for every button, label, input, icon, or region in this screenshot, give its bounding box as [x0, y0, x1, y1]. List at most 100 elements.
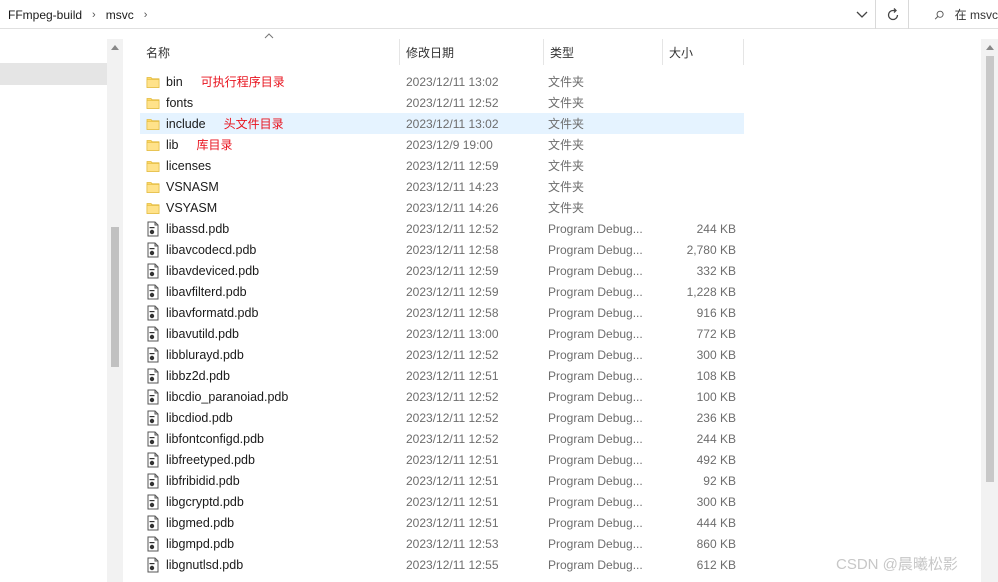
pdb-file-icon [145, 515, 161, 531]
pdb-file-icon [145, 389, 161, 405]
type-cell: 文件夹 [548, 138, 585, 152]
pdb-file-icon [145, 494, 161, 510]
date-cell: 2023/12/11 14:26 [406, 200, 499, 215]
file-row[interactable]: libfreetyped.pdb 2023/12/11 12:51 Program … [140, 449, 744, 470]
type-cell: Program Debug... [548, 431, 643, 446]
file-row[interactable]: libcdio_paranoiad.pdb 2023/12/11 12:52 Pro… [140, 386, 744, 407]
address-history-button[interactable] [852, 5, 872, 25]
folder-row[interactable]: include 头文件目录 2023/12/11 13:02 文件夹 [140, 113, 744, 134]
folder-row[interactable]: VSNASM 2023/12/11 14:23 文件夹 [140, 176, 744, 197]
refresh-button[interactable] [877, 0, 909, 29]
column-header-name[interactable]: 名称 [140, 33, 400, 65]
file-row[interactable]: libgmed.pdb 2023/12/11 12:51 Program Debug… [140, 512, 744, 533]
file-row[interactable]: libassd.pdb 2023/12/11 12:52 Program Debug… [140, 218, 744, 239]
file-name: VSNASM [166, 179, 219, 194]
type-cell: Program Debug... [548, 263, 643, 278]
date-cell: 2023/12/11 12:52 [406, 221, 499, 236]
file-row[interactable]: libcdiod.pdb 2023/12/11 12:52 Program Debu… [140, 407, 744, 428]
file-row[interactable]: libgnutlsd.pdb 2023/12/11 12:55 Program De… [140, 554, 744, 575]
file-row[interactable]: libgcryptd.pdb 2023/12/11 12:51 Program De… [140, 491, 744, 512]
breadcrumb-separator[interactable]: › [86, 9, 102, 21]
date-cell: 2023/12/11 13:00 [406, 326, 499, 341]
name-cell: libgnutlsd.pdb [140, 557, 400, 573]
file-row[interactable]: libfribidid.pdb 2023/12/11 12:51 Program D… [140, 470, 744, 491]
name-cell: libcdiod.pdb [140, 410, 400, 426]
type-cell: 文件夹 [548, 117, 585, 131]
size-cell: 492 KB [696, 452, 736, 467]
type-cell: Program Debug... [548, 242, 643, 257]
scroll-up-button[interactable] [107, 39, 123, 55]
nav-selected-item[interactable] [0, 63, 107, 85]
folder-row[interactable]: lib 库目录 2023/12/9 19:00 文件夹 [140, 134, 744, 155]
file-name: libgmpd.pdb [166, 536, 235, 551]
type-cell: Program Debug... [548, 536, 643, 551]
date-cell: 2023/12/11 12:59 [406, 158, 499, 173]
breadcrumb-msvc[interactable]: msvc [102, 8, 138, 22]
date-cell: 2023/12/11 12:51 [406, 452, 499, 467]
date-cell: 2023/12/11 12:51 [406, 515, 499, 530]
file-name: libfontconfigd.pdb [166, 431, 264, 446]
file-name: libavcodecd.pdb [166, 242, 257, 257]
column-header-label: 类型 [550, 45, 575, 60]
file-row[interactable]: libavdeviced.pdb 2023/12/11 12:59 Program … [140, 260, 744, 281]
file-name: libbz2d.pdb [166, 368, 230, 383]
file-row[interactable]: libfontconfigd.pdb 2023/12/11 12:52 Progra… [140, 428, 744, 449]
red-annotation: 库目录 [196, 138, 233, 152]
type-cell: Program Debug... [548, 473, 643, 488]
column-header-size[interactable]: 大小 [663, 39, 744, 65]
date-cell: 2023/12/11 12:51 [406, 494, 499, 509]
pdb-file-icon [145, 221, 161, 237]
file-row[interactable]: libgmpd.pdb 2023/12/11 12:53 Program Debug… [140, 533, 744, 554]
navigation-pane[interactable] [0, 39, 107, 582]
folder-row[interactable]: fonts 2023/12/11 12:52 文件夹 [140, 92, 744, 113]
search-input[interactable]: 在 msvc [922, 0, 998, 29]
type-cell: 文件夹 [548, 180, 585, 194]
name-cell: libavformatd.pdb [140, 305, 400, 321]
column-headers: 名称 修改日期 类型 大小 [140, 33, 744, 65]
file-row[interactable]: libavformatd.pdb 2023/12/11 12:58 Program … [140, 302, 744, 323]
breadcrumb-ffmpeg-build[interactable]: FFmpeg-build [4, 8, 86, 22]
file-name: libavdeviced.pdb [166, 263, 260, 278]
file-name: libgmed.pdb [166, 515, 235, 530]
type-cell: Program Debug... [548, 221, 643, 236]
date-cell: 2023/12/11 13:02 [406, 74, 499, 89]
red-annotation: 头文件目录 [223, 117, 284, 131]
type-cell: Program Debug... [548, 515, 643, 530]
size-cell: 300 KB [696, 494, 736, 509]
breadcrumb-separator[interactable]: › [138, 9, 154, 21]
file-row[interactable]: libavutild.pdb 2023/12/11 13:00 Program De… [140, 323, 744, 344]
type-cell: 文件夹 [548, 96, 585, 110]
file-row[interactable]: libbz2d.pdb 2023/12/11 12:51 Program Debug… [140, 365, 744, 386]
name-cell: bin 可执行程序目录 [140, 73, 400, 90]
type-cell: Program Debug... [548, 557, 643, 572]
folder-row[interactable]: bin 可执行程序目录 2023/12/11 13:02 文件夹 [140, 71, 744, 92]
scrollbar-thumb[interactable] [111, 227, 119, 367]
column-header-label: 修改日期 [406, 45, 455, 60]
scrollbar-thumb[interactable] [986, 56, 994, 482]
folder-row[interactable]: licenses 2023/12/11 12:59 文件夹 [140, 155, 744, 176]
date-cell: 2023/12/9 19:00 [406, 137, 493, 152]
file-row[interactable]: libavfilterd.pdb 2023/12/11 12:59 Program … [140, 281, 744, 302]
folder-icon [145, 74, 161, 90]
type-cell: Program Debug... [548, 326, 643, 341]
pdb-file-icon [145, 326, 161, 342]
file-name: bin [166, 74, 183, 89]
breadcrumb[interactable]: FFmpeg-build › msvc › [0, 0, 876, 29]
file-row[interactable]: libavcodecd.pdb 2023/12/11 12:58 Program D… [140, 239, 744, 260]
file-row[interactable]: libblurayd.pdb 2023/12/11 12:52 Program De… [140, 344, 744, 365]
file-name: libavfilterd.pdb [166, 284, 247, 299]
column-header-type[interactable]: 类型 [544, 39, 663, 65]
file-list-scrollbar[interactable] [981, 39, 998, 582]
column-header-date[interactable]: 修改日期 [400, 39, 544, 65]
name-cell: libgcryptd.pdb [140, 494, 400, 510]
type-cell: 文件夹 [548, 75, 585, 89]
scroll-up-button[interactable] [981, 39, 998, 55]
pdb-file-icon [145, 557, 161, 573]
address-bar: FFmpeg-build › msvc › 在 msvc [0, 0, 998, 29]
navigation-scrollbar[interactable] [107, 39, 123, 582]
type-cell: Program Debug... [548, 452, 643, 467]
pdb-file-icon [145, 410, 161, 426]
folder-row[interactable]: VSYASM 2023/12/11 14:26 文件夹 [140, 197, 744, 218]
chevron-up-icon [111, 44, 119, 50]
file-name: libcdiod.pdb [166, 410, 233, 425]
